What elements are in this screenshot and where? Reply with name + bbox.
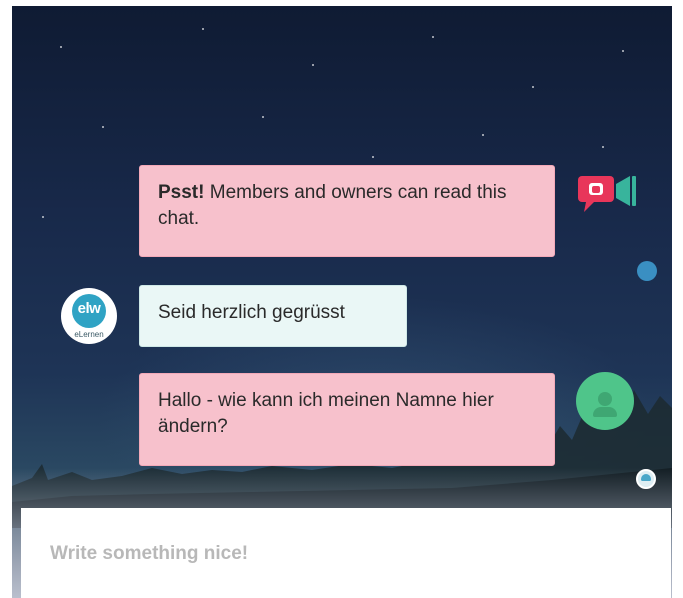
chat-message-owner: Hallo - wie kann ich meinen Namne hier ä… <box>139 373 555 466</box>
user-avatar-icon[interactable] <box>576 372 634 430</box>
message-text: Seid herzlich gegrüsst <box>158 302 345 323</box>
status-dot-icon <box>637 261 657 281</box>
chat-message-system-notice: Psst! Members and owners can read this c… <box>139 165 555 257</box>
screenshot-frame: Psst! Members and owners can read this c… <box>0 0 683 598</box>
chat-message-visitor: Seid herzlich gegrüsst <box>139 285 407 347</box>
video-chat-icon[interactable] <box>576 170 638 218</box>
notice-text: Members and owners can read this chat. <box>158 182 507 229</box>
message-composer <box>21 508 671 598</box>
avatar-head <box>598 392 612 406</box>
message-text: Hallo - wie kann ich meinen Namne hier ä… <box>158 390 494 437</box>
avatar-shoulders <box>593 407 617 417</box>
message-input[interactable] <box>48 538 632 570</box>
small-avatar-icon[interactable] <box>636 469 656 489</box>
notice-emphasis: Psst! <box>158 182 205 203</box>
logo-mark: elw <box>77 300 101 317</box>
logo-caption: eLernen <box>74 330 104 339</box>
visitor-avatar-logo[interactable]: elw eLernen <box>61 288 117 344</box>
